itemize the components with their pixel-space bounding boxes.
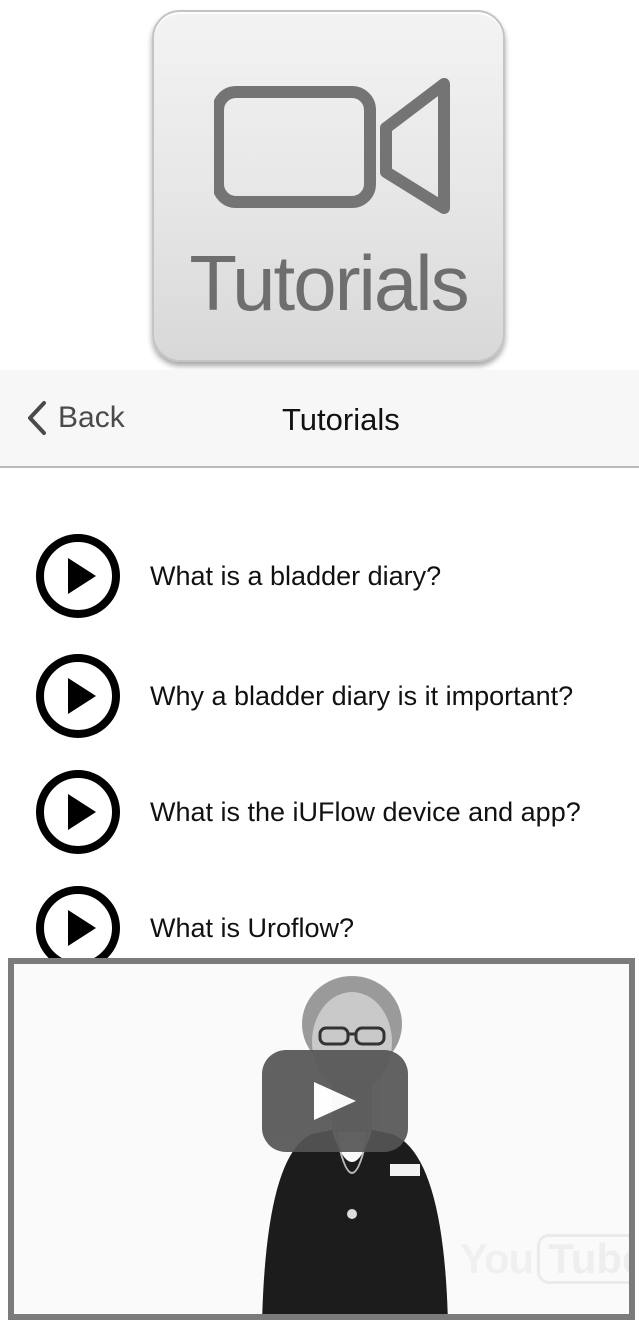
tutorials-app-tile[interactable]: Tutorials bbox=[152, 10, 505, 362]
youtube-logo-you: You bbox=[460, 1235, 534, 1282]
youtube-logo: You Tube bbox=[460, 1232, 629, 1286]
page-title: Tutorials bbox=[282, 402, 400, 437]
tutorial-label: What is the iUFlow device and app? bbox=[150, 796, 581, 827]
chevron-left-icon bbox=[28, 401, 46, 435]
play-circle-icon bbox=[36, 654, 120, 738]
tutorial-label: What is a bladder diary? bbox=[150, 560, 442, 591]
video-camera-icon bbox=[214, 78, 450, 214]
back-button[interactable]: Back bbox=[26, 398, 125, 438]
video-play-button[interactable] bbox=[262, 1050, 408, 1152]
youtube-video-player[interactable]: You Tube bbox=[8, 958, 635, 1320]
tile-label: Tutorials bbox=[189, 239, 469, 327]
navigation-bar: Back Tutorials bbox=[0, 370, 639, 468]
tutorial-label: What is Uroflow? bbox=[150, 912, 355, 943]
youtube-logo-tube: Tube bbox=[537, 1234, 629, 1284]
back-label: Back bbox=[58, 401, 125, 434]
play-circle-icon bbox=[36, 770, 120, 854]
tutorial-item-why-important[interactable]: Why a bladder diary is it important? bbox=[34, 648, 639, 744]
tutorial-item-bladder-diary[interactable]: What is a bladder diary? bbox=[34, 528, 639, 624]
youtube-play-icon bbox=[314, 1082, 356, 1120]
play-circle-icon bbox=[36, 534, 120, 618]
tutorial-label: Why a bladder diary is it important? bbox=[150, 680, 574, 711]
tutorial-item-iuflow-device[interactable]: What is the iUFlow device and app? bbox=[34, 764, 639, 860]
